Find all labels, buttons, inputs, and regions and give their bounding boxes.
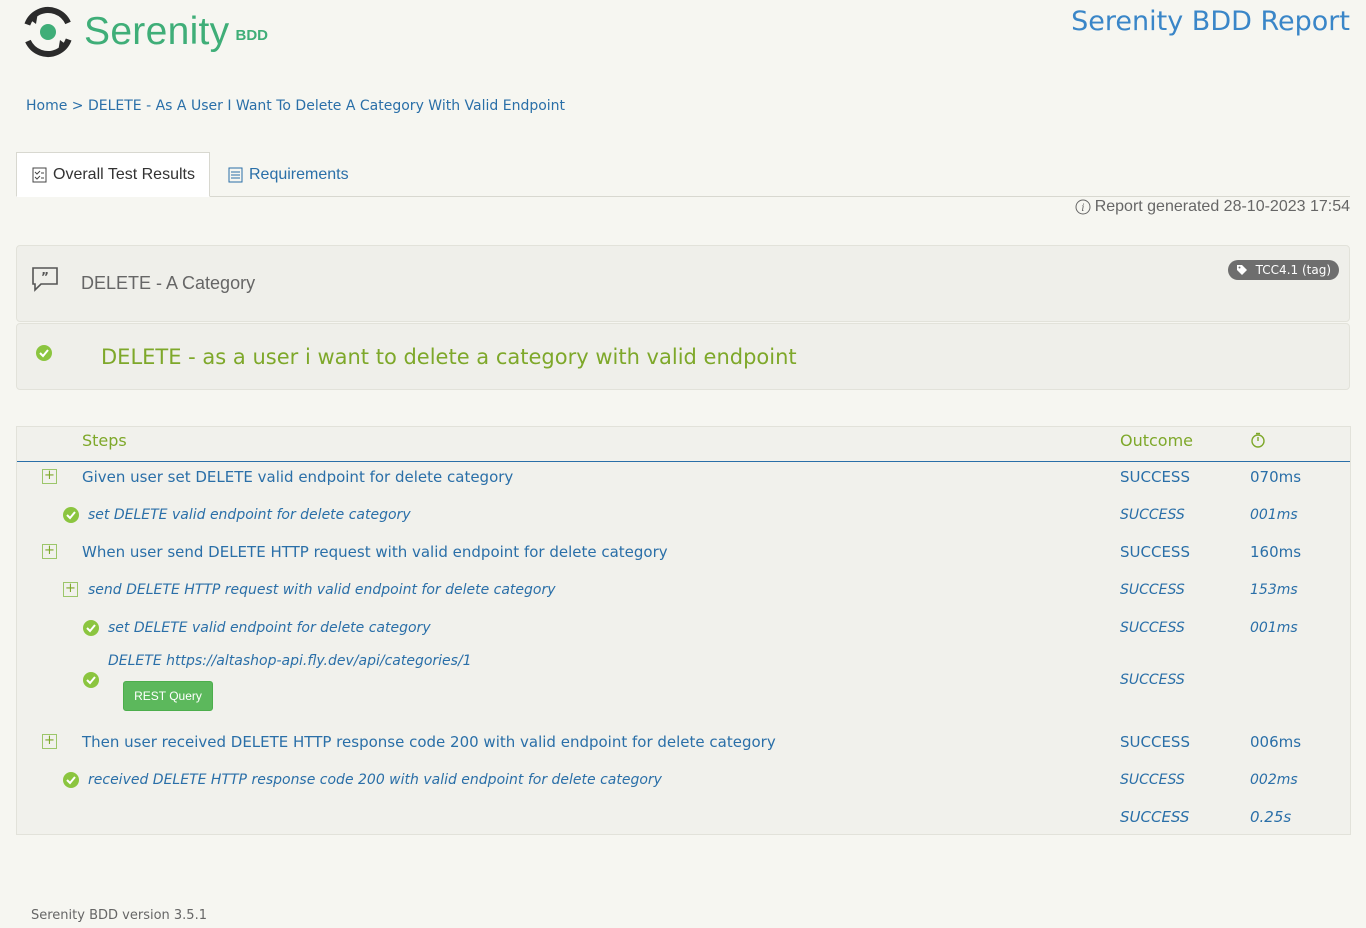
breadcrumb-separator: > [71,98,84,114]
report-generated-text: Report generated 28-10-2023 17:54 [1094,198,1350,215]
feature-title: DELETE - A Category [81,273,256,293]
step-outcome: SUCCESS [1120,672,1185,688]
checklist-icon [32,167,47,182]
step-duration: 001ms [1250,620,1298,636]
step-duration: 006ms [1250,733,1302,751]
step-outcome: SUCCESS [1120,507,1185,523]
tab-requirements[interactable]: Requirements [228,152,349,197]
success-check-icon [36,345,52,361]
breadcrumb-home-link[interactable]: Home [26,98,67,114]
tab-overall-label: Overall Test Results [53,165,195,183]
expand-step-button[interactable]: + [42,544,57,559]
step-outcome: SUCCESS [1120,543,1190,561]
footer-version: Serenity BDD version 3.5.1 [31,908,207,923]
steps-header: Steps [82,431,127,450]
step-outcome: SUCCESS [1120,620,1185,636]
step-duration: 070ms [1250,468,1302,486]
step-outcome: SUCCESS [1120,468,1190,486]
breadcrumb: Home > DELETE - As A User I Want To Dele… [26,98,565,114]
success-check-icon [83,672,99,688]
step-outcome: SUCCESS [1120,582,1185,598]
step-label: send DELETE HTTP request with valid endp… [88,582,556,598]
report-title: Serenity BDD Report [1071,6,1350,37]
info-icon: i [1075,199,1091,215]
tag-label: TCC4.1 (tag) [1255,263,1331,277]
stopwatch-icon [1251,432,1265,448]
logo-wordmark: Serenity [84,10,230,53]
rest-request-label: DELETE https://altashop-api.fly.dev/api/… [108,653,472,669]
success-check-icon [63,507,79,523]
tag-badge[interactable]: TCC4.1 (tag) [1227,260,1339,280]
expand-step-button[interactable]: + [63,582,78,597]
tab-bar: Overall Test Results Requirements [16,152,1350,197]
step-label: Given user set DELETE valid endpoint for… [82,468,514,486]
step-label: received DELETE HTTP response code 200 w… [88,772,662,788]
steps-table-header: Steps Outcome [17,427,1350,462]
report-generated-info: i Report generated 28-10-2023 17:54 [1075,198,1350,216]
step-label: When user send DELETE HTTP request with … [82,543,668,561]
step-label: set DELETE valid endpoint for delete cat… [88,507,411,523]
total-outcome: SUCCESS [1120,808,1190,826]
rest-query-button[interactable]: REST Query [123,681,213,711]
scenario-title: DELETE - as a user i want to delete a ca… [101,345,797,369]
step-duration: 153ms [1250,582,1298,598]
steps-table: Steps Outcome + Given user set DELETE va… [16,426,1351,835]
svg-text:”: ” [41,270,49,284]
step-duration: 001ms [1250,507,1298,523]
comment-quote-icon: ” [32,267,58,292]
success-check-icon [63,772,79,788]
serenity-logo[interactable]: Serenity BDD [22,6,268,58]
breadcrumb-current: DELETE - As A User I Want To Delete A Ca… [87,98,566,114]
expand-step-button[interactable]: + [42,469,57,484]
svg-text:i: i [1081,203,1084,214]
step-outcome: SUCCESS [1120,733,1190,751]
step-duration: 002ms [1250,772,1298,788]
feature-panel: ” DELETE - A Category TCC4.1 (tag) [16,245,1350,322]
step-label: Then user received DELETE HTTP response … [82,733,776,751]
outcome-header: Outcome [1120,431,1194,450]
expand-step-button[interactable]: + [42,734,57,749]
success-check-icon [83,620,99,636]
serenity-logo-icon [23,7,73,57]
total-duration: 0.25s [1250,808,1292,826]
step-label: set DELETE valid endpoint for delete cat… [108,620,431,636]
scenario-panel: DELETE - as a user i want to delete a ca… [16,323,1350,390]
tag-icon [1236,265,1247,275]
logo-subtitle: BDD [235,26,268,44]
step-outcome: SUCCESS [1120,772,1185,788]
list-icon [228,167,243,182]
tab-requirements-label: Requirements [249,165,349,183]
tab-overall-test-results[interactable]: Overall Test Results [16,152,210,197]
step-duration: 160ms [1250,543,1302,561]
